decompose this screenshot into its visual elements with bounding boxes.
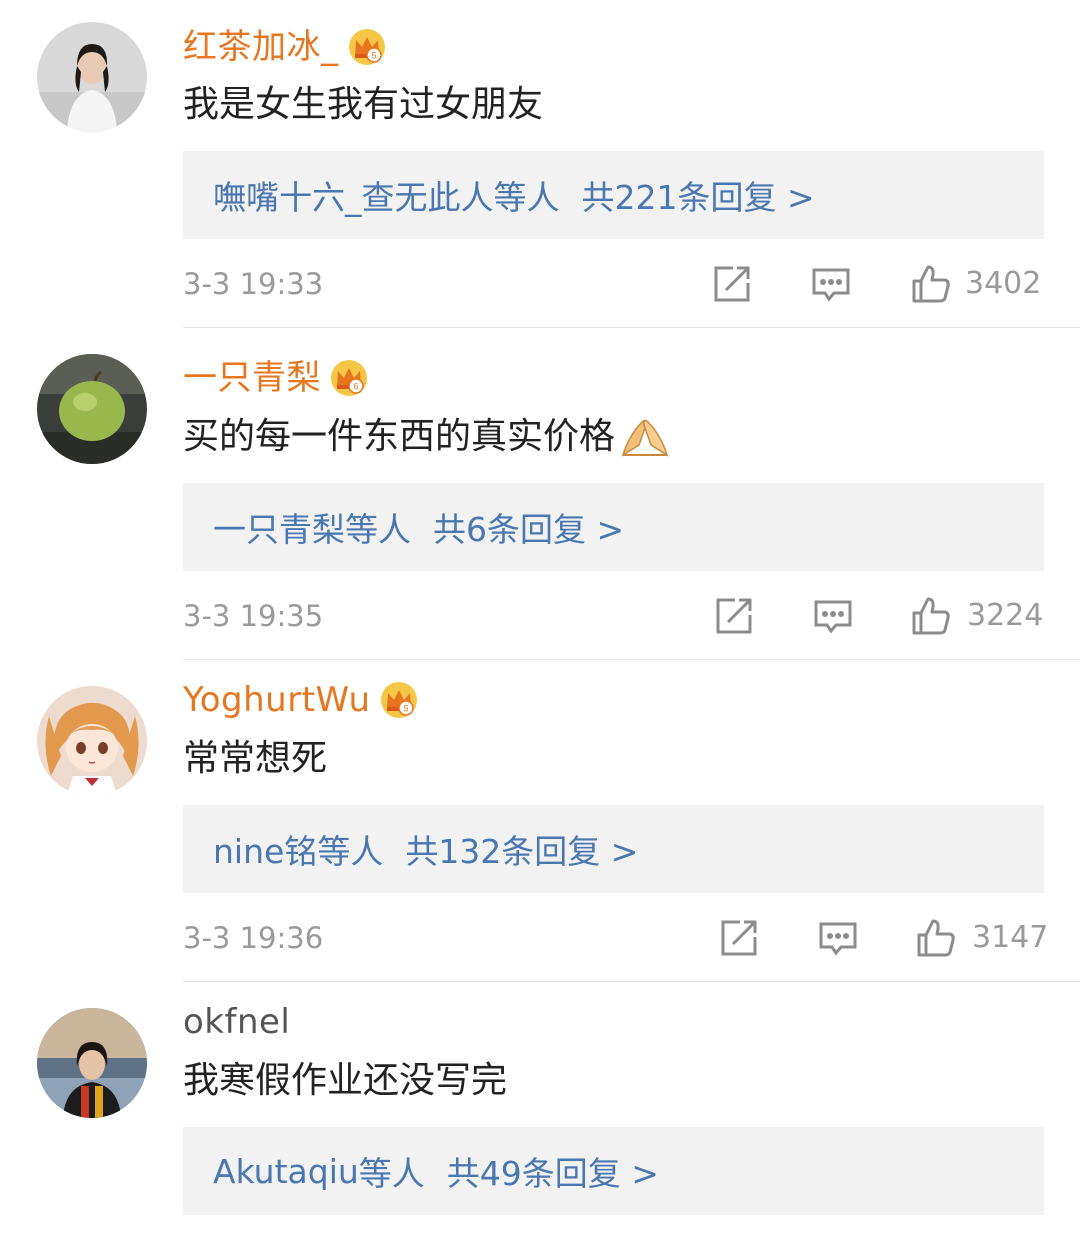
- avatar[interactable]: [37, 686, 147, 796]
- like-count: 3224: [967, 598, 1044, 633]
- comment-text: 我寒假作业还没写完: [183, 1056, 507, 1106]
- comment-icon[interactable]: [810, 263, 852, 305]
- reply-users[interactable]: nine铭: [213, 825, 317, 873]
- comment-icon[interactable]: [812, 595, 854, 637]
- svg-text:5: 5: [403, 704, 408, 714]
- reply-count[interactable]: 共221条回复 >: [582, 171, 815, 219]
- comment-header: YoghurtWu 5: [183, 675, 419, 725]
- crown-vip-icon: 6: [329, 358, 369, 398]
- crown-vip-icon: 5: [379, 680, 419, 720]
- svg-text:6: 6: [353, 382, 358, 392]
- comment-text: 买的每一件东西的真实价格: [183, 412, 671, 462]
- repost-icon[interactable]: [711, 263, 753, 305]
- comment-header: okfnel: [183, 997, 290, 1047]
- avatar[interactable]: [37, 1008, 147, 1118]
- comment-meta: 3-3 19:33 3402: [183, 259, 1043, 309]
- reply-users[interactable]: 一只青梨: [213, 503, 345, 551]
- username[interactable]: YoghurtWu: [183, 675, 371, 725]
- username[interactable]: 红茶加冰_: [183, 22, 339, 72]
- comment-meta: 3-3 19:36 3147: [183, 913, 1048, 963]
- reply-count[interactable]: 共132条回复 >: [405, 825, 638, 873]
- reply-etc: 等人: [345, 510, 411, 549]
- comment-body: 买的每一件东西的真实价格: [183, 416, 616, 457]
- timestamp: 3-3 19:35: [183, 599, 324, 633]
- avatar[interactable]: [37, 22, 147, 132]
- crown-vip-icon: 5: [347, 27, 387, 67]
- comment-body: 我寒假作业还没写完: [183, 1060, 508, 1101]
- reply-users[interactable]: Akutaqiu: [213, 1152, 359, 1191]
- comment-text: 我是女生我有过女朋友: [183, 80, 543, 130]
- reply-etc: 等人: [358, 1154, 425, 1193]
- like-icon[interactable]: [910, 263, 952, 305]
- comment-icon[interactable]: [817, 917, 859, 959]
- svg-text:5: 5: [371, 51, 376, 61]
- comment-header: 一只青梨 6: [183, 353, 369, 403]
- username[interactable]: okfnel: [183, 997, 290, 1047]
- like-count: 3147: [972, 920, 1049, 955]
- like-icon[interactable]: [910, 595, 952, 637]
- reply-count[interactable]: 共6条回复 >: [433, 503, 624, 551]
- reply-summary[interactable]: 嘸嘴十六_查无此人 等人 共221条回复 >: [183, 151, 1044, 239]
- reply-etc: 等人: [317, 832, 384, 871]
- like-count: 3402: [965, 266, 1042, 301]
- username[interactable]: 一只青梨: [183, 353, 321, 403]
- avatar[interactable]: [37, 354, 147, 464]
- like-icon[interactable]: [915, 917, 957, 959]
- divider: [183, 659, 1080, 660]
- reply-summary[interactable]: 一只青梨 等人 共6条回复 >: [183, 483, 1044, 571]
- pray-hands-emoji: [619, 415, 671, 459]
- repost-icon[interactable]: [718, 917, 760, 959]
- reply-summary[interactable]: Akutaqiu 等人 共49条回复 >: [183, 1127, 1044, 1215]
- timestamp: 3-3 19:33: [183, 267, 324, 301]
- comment-body: 常常想死: [183, 738, 328, 779]
- repost-icon[interactable]: [713, 595, 755, 637]
- comment-text: 常常想死: [183, 734, 327, 784]
- timestamp: 3-3 19:36: [183, 921, 324, 955]
- comment-meta: 3-3 19:35 3224: [183, 591, 1043, 641]
- comment-header: 红茶加冰_ 5: [183, 22, 387, 72]
- comment-body: 我是女生我有过女朋友: [183, 84, 544, 125]
- reply-count[interactable]: 共49条回复 >: [447, 1147, 659, 1195]
- divider: [183, 327, 1080, 328]
- divider: [183, 981, 1080, 982]
- reply-etc: 等人: [493, 178, 560, 217]
- reply-summary[interactable]: nine铭 等人 共132条回复 >: [183, 805, 1044, 893]
- reply-users[interactable]: 嘸嘴十六_查无此人: [213, 171, 494, 219]
